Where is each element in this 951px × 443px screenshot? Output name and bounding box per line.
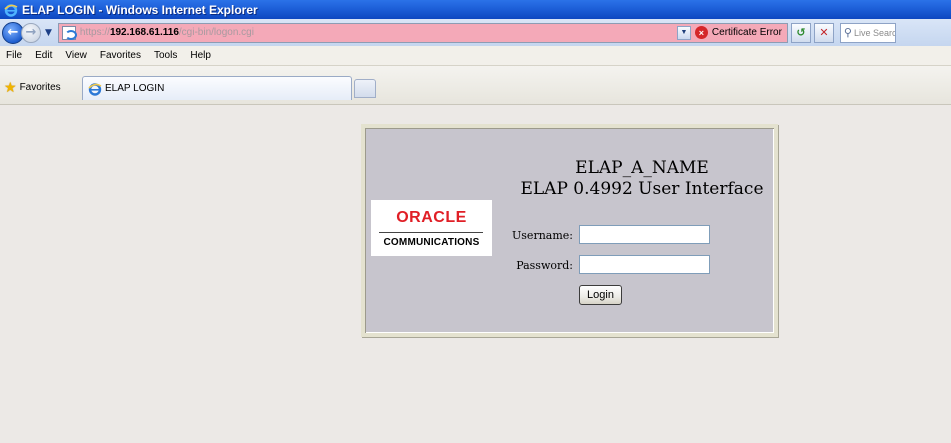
address-dropdown-button[interactable]: ▼ [676,25,691,40]
menu-file[interactable]: File [6,50,22,61]
url-protocol: https:// [79,27,110,38]
stop-button[interactable]: ✕ [813,22,834,43]
logo-brand: ORACLE [396,209,467,226]
stop-icon: ✕ [819,26,829,39]
logo-subtitle: COMMUNICATIONS [383,237,480,248]
certificate-error-label[interactable]: Certificate Error [712,27,782,38]
password-field[interactable] [579,255,710,274]
favorites-label: Favorites [19,82,61,93]
page-content: ELAP_A_NAME ELAP 0.4992 User Interface O… [0,106,951,443]
forward-button[interactable]: → [21,22,41,43]
logo-divider [379,232,483,233]
search-icon: ⚲ [843,27,852,39]
refresh-icon: ↺ [796,26,806,39]
refresh-button[interactable]: ↺ [790,22,811,43]
search-placeholder: Live Search [853,27,895,38]
search-input[interactable]: ⚲ Live Search [839,22,896,43]
oracle-communications-logo: ORACLE COMMUNICATIONS [371,200,492,256]
menu-tools[interactable]: Tools [154,50,177,61]
forward-arrow-icon: → [25,25,37,40]
address-bar[interactable]: https:// 192.168.61.116 /cgi-bin/logon.c… [57,22,788,43]
username-label: Username: [512,229,573,242]
favorites-bar: ★ Favorites ELAP LOGIN [0,66,951,105]
address-toolbar: ← → ▼ https:// 192.168.61.116 /cgi-bin/l… [0,19,951,46]
back-arrow-icon: ← [7,25,19,40]
login-panel: ELAP_A_NAME ELAP 0.4992 User Interface O… [361,124,778,337]
recent-pages-dropdown-icon[interactable]: ▼ [45,28,52,38]
ie-tab-icon [88,82,102,96]
certificate-error-icon[interactable]: × [694,26,708,39]
server-name: ELAP_A_NAME [575,158,709,178]
login-panel-heading: ELAP_A_NAME ELAP 0.4992 User Interface [511,158,773,200]
address-bar-controls: ▼ × Certificate Error [676,24,787,42]
menu-favorites[interactable]: Favorites [100,50,141,61]
star-icon: ★ [4,79,17,95]
window-title-bar: ELAP LOGIN - Windows Internet Explorer [0,0,951,19]
menu-bar: File Edit View Favorites Tools Help [0,46,951,66]
url-path: /cgi-bin/logon.cgi [178,27,254,38]
url-host: 192.168.61.116 [109,27,179,38]
menu-view[interactable]: View [65,50,87,61]
tab-label: ELAP LOGIN [105,83,165,94]
password-label: Password: [516,259,573,272]
favorites-button[interactable]: ★ Favorites [4,79,61,96]
menu-edit[interactable]: Edit [35,50,52,61]
window-title: ELAP LOGIN - Windows Internet Explorer [22,2,258,17]
interface-title: ELAP 0.4992 User Interface [520,179,764,199]
ie-logo-icon [4,3,18,17]
username-field[interactable] [579,225,710,244]
tab-elap-login[interactable]: ELAP LOGIN [82,76,352,100]
login-button[interactable]: Login [579,285,622,305]
ie-page-icon [61,25,77,40]
menu-help[interactable]: Help [190,50,211,61]
new-tab-button[interactable] [354,79,376,98]
